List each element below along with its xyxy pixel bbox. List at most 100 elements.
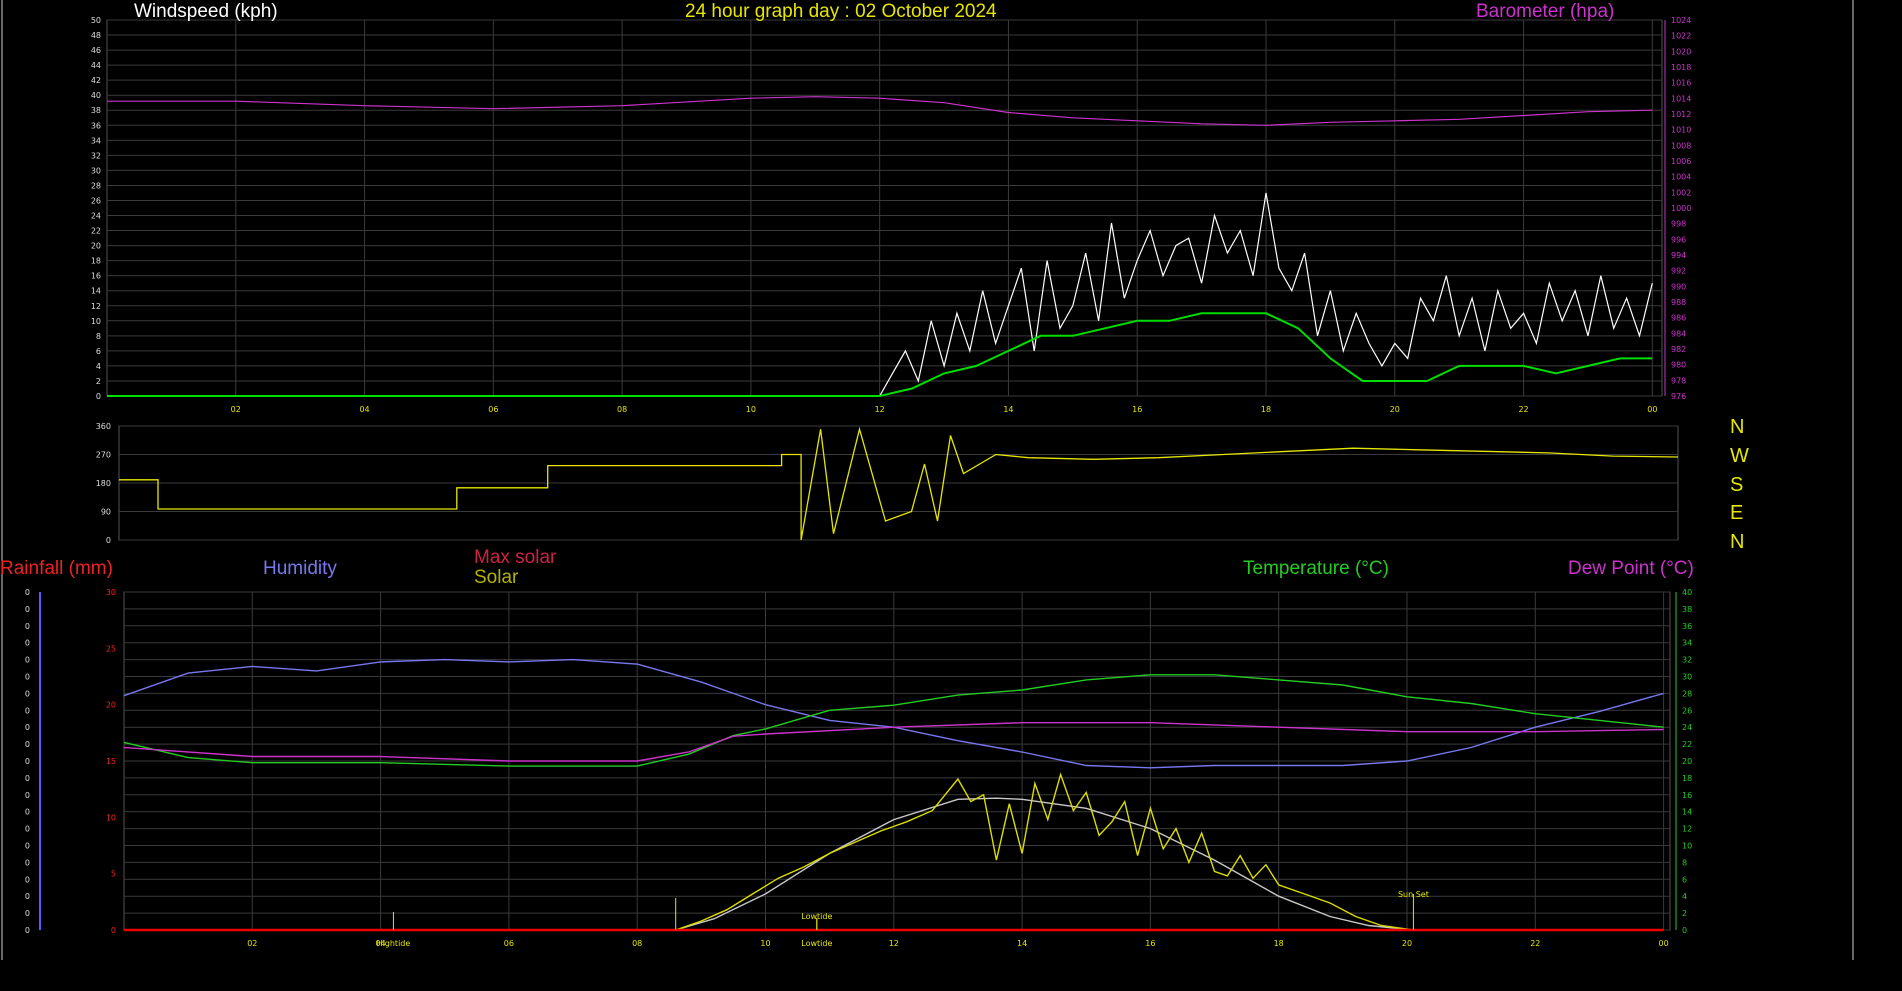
y2-tick-label: 24 <box>1682 723 1692 732</box>
y2-tick-label: 982 <box>1671 345 1686 354</box>
direction-label-n-bottom: N <box>1730 531 1744 553</box>
y-tick-label: 40 <box>91 91 101 100</box>
x-tick-label: 04 <box>359 405 369 414</box>
y2-tick-label: 976 <box>1671 392 1686 401</box>
y2-tick-label: 1016 <box>1671 79 1691 88</box>
y2-tick-label: 16 <box>1682 791 1692 800</box>
rain-tick-label: 0 <box>25 757 30 766</box>
y2-tick-label: 984 <box>1671 329 1686 338</box>
y-tick-label: 20 <box>106 701 116 710</box>
y-tick-label: 46 <box>91 46 101 55</box>
windspeed-axis-label: Windspeed (kph) <box>134 1 278 22</box>
y-tick-label: 24 <box>91 212 101 221</box>
y-tick-label: 28 <box>91 181 101 190</box>
rain-tick-label: 0 <box>25 605 30 614</box>
y2-tick-label: 1008 <box>1671 141 1691 150</box>
y2-tick-label: 2 <box>1682 909 1687 918</box>
y2-tick-label: 30 <box>1682 673 1692 682</box>
x-tick-label: 06 <box>488 405 498 414</box>
rain-tick-label: 0 <box>25 689 30 698</box>
rain-tick-label: 0 <box>25 774 30 783</box>
temperature-grid <box>123 591 1671 931</box>
rain-tick-label: 0 <box>25 825 30 834</box>
x-tick-label: 16 <box>1132 405 1142 414</box>
y-tick-label: 4 <box>96 362 101 371</box>
y-tick-label: 0 <box>111 926 116 935</box>
x-tick-label: 10 <box>746 405 756 414</box>
y2-tick-label: 988 <box>1671 298 1686 307</box>
y-tick-label: 32 <box>91 151 101 160</box>
y-tick-label: 14 <box>91 287 101 296</box>
y-tick-label: 0 <box>106 536 111 545</box>
y2-tick-label: 986 <box>1671 314 1686 323</box>
y2-tick-label: 8 <box>1682 858 1687 867</box>
y2-tick-label: 4 <box>1682 892 1687 901</box>
x-tick-label: 14 <box>1003 405 1013 414</box>
rain-tick-label: 0 <box>25 588 30 597</box>
solar-label: Solar <box>474 567 519 588</box>
y-tick-label: 2 <box>96 377 101 386</box>
rainfall-axis-label: Rainfall (mm) <box>0 558 113 579</box>
y2-tick-label: 998 <box>1671 220 1686 229</box>
x-tick-label: 02 <box>247 939 257 948</box>
x-tick-label: 10 <box>760 939 770 948</box>
direction-label-s: S <box>1730 474 1743 496</box>
rain-tick-label: 0 <box>25 656 30 665</box>
y-tick-label: 90 <box>101 508 111 517</box>
y2-tick-label: 1006 <box>1671 157 1691 166</box>
y2-tick-label: 12 <box>1682 825 1692 834</box>
rain-tick-label: 0 <box>25 909 30 918</box>
rain-tick-label: 0 <box>25 858 30 867</box>
x-tick-label: 12 <box>875 405 885 414</box>
rain-tick-label: 0 <box>25 842 30 851</box>
x-tick-label: 20 <box>1402 939 1412 948</box>
x-tick-label: 18 <box>1261 405 1271 414</box>
y2-tick-label: 40 <box>1682 588 1692 597</box>
y2-tick-label: 32 <box>1682 656 1692 665</box>
y-tick-label: 22 <box>91 227 101 236</box>
y-tick-label: 34 <box>91 136 101 145</box>
y-tick-label: 8 <box>96 332 101 341</box>
y-tick-label: 10 <box>106 813 116 822</box>
y2-tick-label: 990 <box>1671 282 1686 291</box>
x-tick-label: 14 <box>1017 939 1027 948</box>
x-tick-label: 00 <box>1658 939 1668 948</box>
x-tick-label: 08 <box>632 939 642 948</box>
y2-tick-label: 996 <box>1671 235 1686 244</box>
y2-tick-label: 1014 <box>1671 94 1691 103</box>
y2-tick-label: 6 <box>1682 875 1687 884</box>
rain-tick-label: 0 <box>25 926 30 935</box>
temperature-axis-label: Temperature (°C) <box>1243 558 1389 579</box>
x-tick-label: 12 <box>889 939 899 948</box>
y-tick-label: 30 <box>106 588 116 597</box>
barometer-axis-label: Barometer (hpa) <box>1476 1 1614 22</box>
y2-tick-label: 34 <box>1682 639 1692 648</box>
y2-tick-label: 1024 <box>1671 16 1691 25</box>
rain-tick-label: 0 <box>25 740 30 749</box>
y2-tick-label: 10 <box>1682 842 1692 851</box>
x-tick-label: 22 <box>1518 405 1528 414</box>
y-tick-label: 180 <box>96 479 111 488</box>
y-tick-label: 6 <box>96 347 101 356</box>
y2-tick-label: 0 <box>1682 926 1687 935</box>
y-tick-label: 30 <box>91 166 101 175</box>
y2-tick-label: 978 <box>1671 376 1686 385</box>
rain-tick-label: 0 <box>25 892 30 901</box>
y2-tick-label: 26 <box>1682 706 1692 715</box>
x-tick-label: 02 <box>231 405 241 414</box>
direction-label-w: W <box>1730 445 1749 467</box>
rain-tick-label: 0 <box>25 791 30 800</box>
y-tick-label: 38 <box>91 106 101 115</box>
y2-tick-label: 1012 <box>1671 110 1691 119</box>
y-tick-label: 44 <box>91 61 101 70</box>
y2-tick-label: 14 <box>1682 808 1692 817</box>
annotation-lowtide: Lowtide <box>801 939 832 948</box>
rain-tick-label: 0 <box>25 706 30 715</box>
x-tick-label: 16 <box>1145 939 1155 948</box>
y2-tick-label: 1002 <box>1671 188 1691 197</box>
dew-point-axis-label: Dew Point (°C) <box>1568 558 1694 579</box>
y2-tick-label: 1018 <box>1671 63 1691 72</box>
y-tick-label: 26 <box>91 196 101 205</box>
y-tick-label: 48 <box>91 31 101 40</box>
max-solar-label: Max solar <box>474 547 557 568</box>
